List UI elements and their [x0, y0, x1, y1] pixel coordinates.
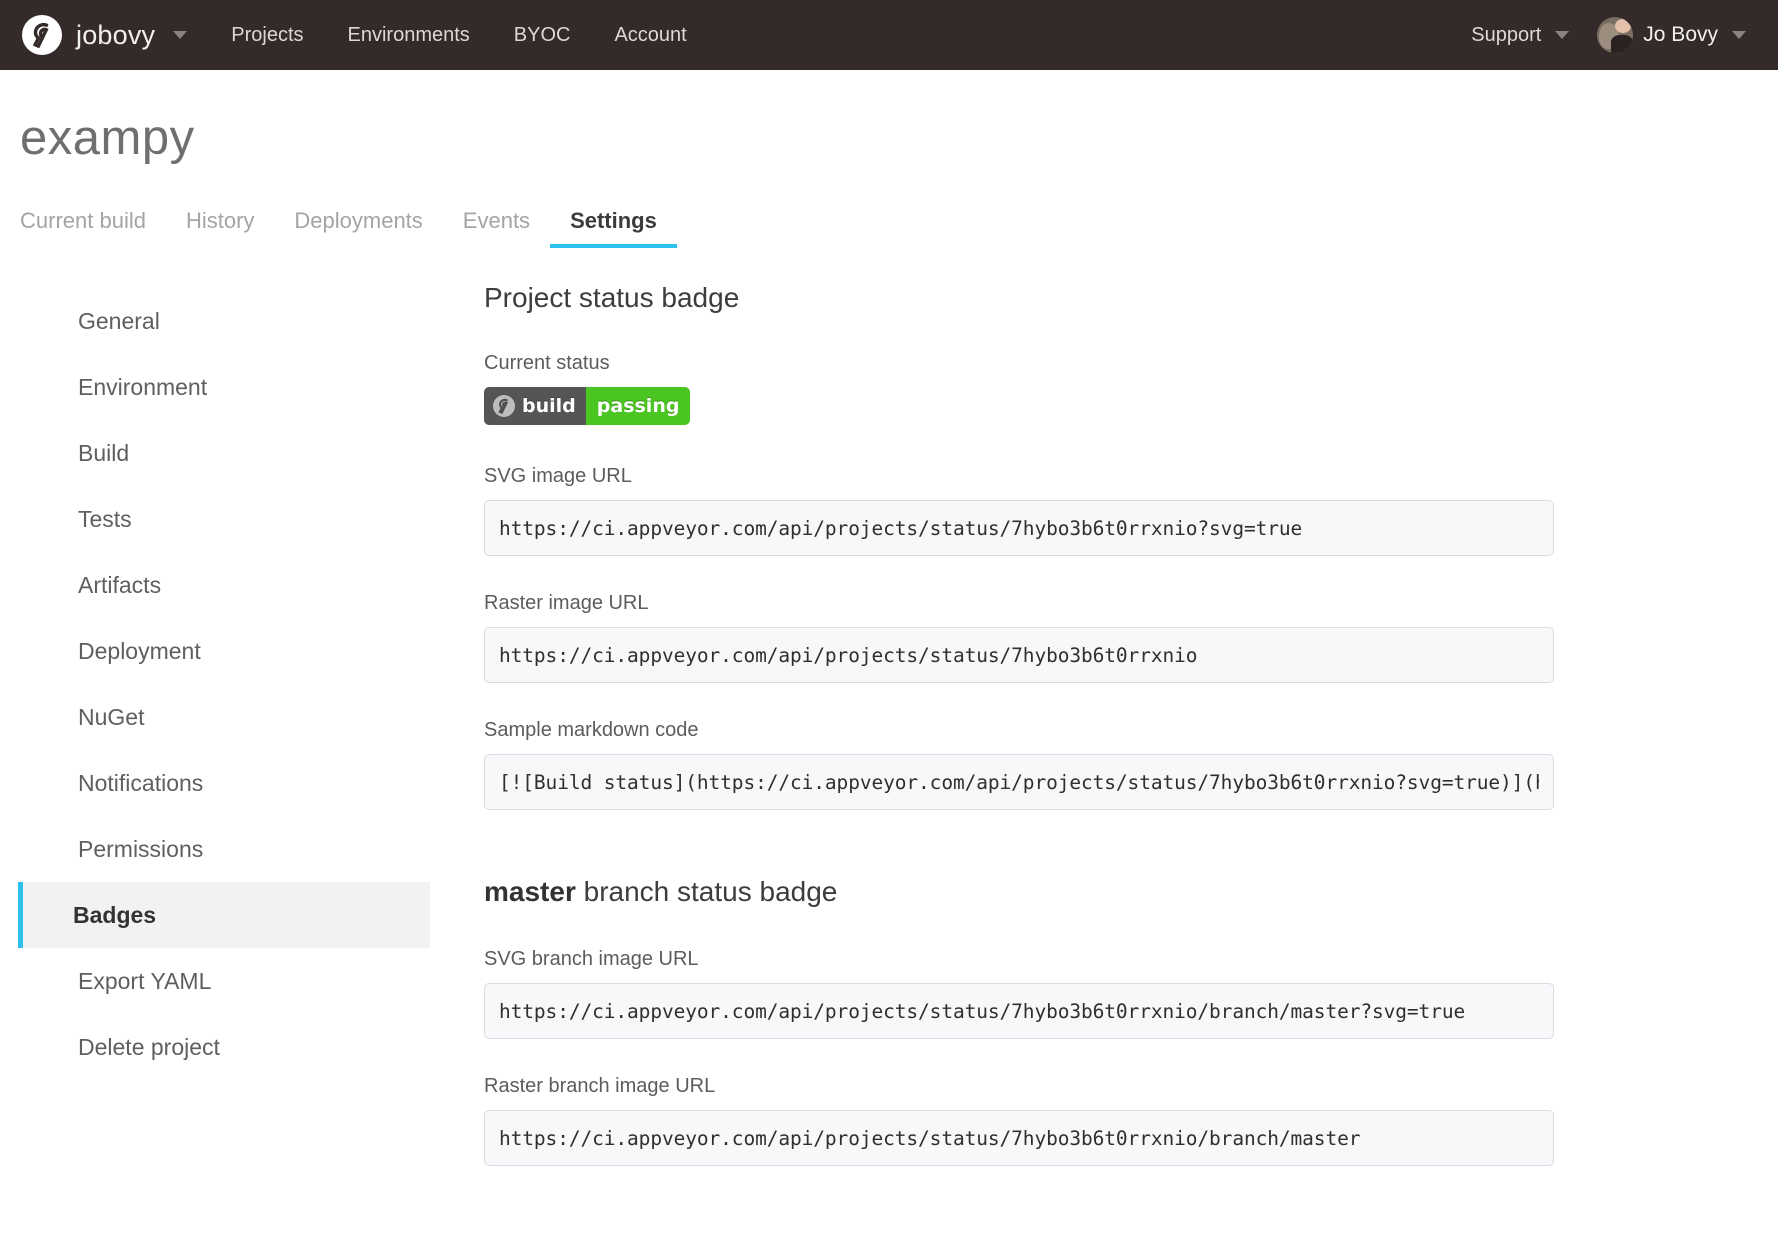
user-name: Jo Bovy — [1643, 23, 1718, 46]
tab-current-build[interactable]: Current build — [20, 208, 166, 248]
user-menu[interactable]: Jo Bovy — [1587, 17, 1756, 53]
raster-image-url-group: Raster image URL — [484, 592, 1728, 683]
sidebar-item-general[interactable]: General — [18, 288, 430, 354]
sidebar-item-tests[interactable]: Tests — [18, 486, 430, 552]
sidebar-item-badges[interactable]: Badges — [18, 882, 430, 948]
current-status-label: Current status — [484, 352, 610, 374]
project-status-badge-heading: Project status badge — [484, 282, 740, 313]
top-navbar: jobovy Projects Environments BYOC Accoun… — [0, 0, 1778, 70]
support-label: Support — [1471, 23, 1542, 46]
branch-name: master — [484, 876, 576, 907]
sample-markdown-group: Sample markdown code — [484, 719, 1728, 810]
badges-panel: Project status badge Current status buil… — [430, 282, 1760, 1202]
support-menu[interactable]: Support — [1461, 24, 1579, 47]
chevron-down-icon — [1732, 31, 1746, 39]
sidebar-item-artifacts[interactable]: Artifacts — [18, 552, 430, 618]
tab-deployments[interactable]: Deployments — [274, 208, 442, 248]
appveyor-logo-icon — [22, 15, 62, 55]
appveyor-logo-icon — [493, 395, 515, 417]
chevron-down-icon — [1555, 31, 1570, 39]
sample-markdown-label: Sample markdown code — [484, 719, 699, 741]
account-name: jobovy — [76, 19, 156, 50]
page-title: exampy — [20, 111, 195, 165]
sidebar-item-deployment[interactable]: Deployment — [18, 618, 430, 684]
status-badge-left: build — [484, 387, 586, 425]
sidebar-item-build[interactable]: Build — [18, 420, 430, 486]
svg-branch-image-url-label: SVG branch image URL — [484, 948, 699, 970]
sample-markdown-input[interactable] — [484, 754, 1554, 810]
sidebar-item-delete-project[interactable]: Delete project — [18, 1014, 430, 1080]
raster-branch-image-url-label: Raster branch image URL — [484, 1075, 716, 1097]
nav-link-account[interactable]: Account — [592, 24, 708, 47]
svg-branch-image-url-input[interactable] — [484, 983, 1554, 1039]
settings-content: General Environment Build Tests Artifact… — [18, 282, 1760, 1202]
raster-image-url-input[interactable] — [484, 627, 1554, 683]
status-badge[interactable]: build passing — [484, 387, 691, 425]
nav-link-byoc[interactable]: BYOC — [492, 24, 593, 47]
account-menu[interactable]: jobovy — [22, 15, 188, 55]
svg-image-url-label: SVG image URL — [484, 465, 632, 487]
tab-settings[interactable]: Settings — [550, 208, 677, 248]
svg-image-url-group: SVG image URL — [484, 465, 1728, 556]
project-tabs: Current build History Deployments Events… — [18, 208, 1760, 248]
branch-heading-rest: branch status badge — [575, 876, 838, 907]
current-status-block: Current status build passing — [484, 352, 1728, 425]
sidebar-item-notifications[interactable]: Notifications — [18, 750, 430, 816]
avatar — [1597, 17, 1634, 53]
svg-branch-image-url-group: SVG branch image URL — [484, 948, 1728, 1039]
chevron-down-icon — [173, 31, 188, 39]
raster-branch-image-url-input[interactable] — [484, 1110, 1554, 1166]
tab-history[interactable]: History — [166, 208, 274, 248]
status-badge-value: passing — [585, 387, 691, 425]
sidebar-item-nuget[interactable]: NuGet — [18, 684, 430, 750]
raster-branch-image-url-group: Raster branch image URL — [484, 1075, 1728, 1166]
sidebar-item-permissions[interactable]: Permissions — [18, 816, 430, 882]
raster-image-url-label: Raster image URL — [484, 592, 649, 614]
nav-link-projects[interactable]: Projects — [209, 24, 325, 47]
sidebar-item-environment[interactable]: Environment — [18, 354, 430, 420]
status-badge-label: build — [522, 395, 576, 417]
navbar-right: Support Jo Bovy — [1461, 17, 1756, 53]
svg-image-url-input[interactable] — [484, 500, 1554, 556]
sidebar-item-export-yaml[interactable]: Export YAML — [18, 948, 430, 1014]
branch-status-badge-heading: master branch status badge — [484, 876, 1728, 908]
primary-nav: Projects Environments BYOC Account — [209, 24, 708, 47]
tab-events[interactable]: Events — [443, 208, 550, 248]
settings-sidebar: General Environment Build Tests Artifact… — [18, 282, 430, 1202]
nav-link-environments[interactable]: Environments — [326, 24, 492, 47]
